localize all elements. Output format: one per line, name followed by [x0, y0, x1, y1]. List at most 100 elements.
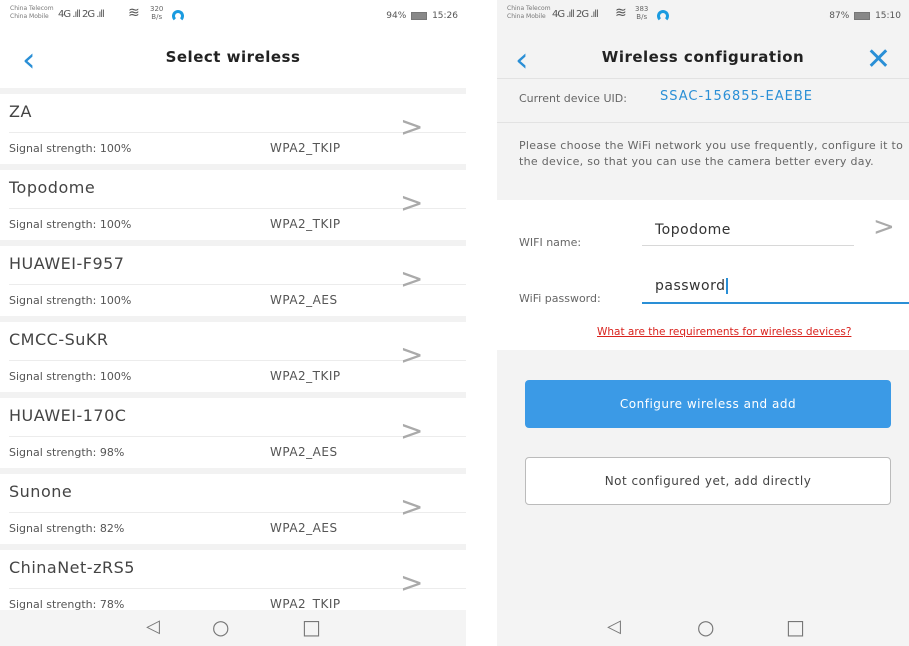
divider — [9, 360, 466, 361]
network-ssid: Topodome — [9, 178, 96, 197]
chevron-right-icon: > — [400, 186, 424, 219]
cell-signal-icon: 4G .ıll 2G .ıll — [552, 9, 599, 20]
wireless-configuration-screen: China Telecom China Mobile 4G .ıll 2G .ı… — [497, 0, 909, 646]
network-row[interactable]: CMCC-SuKR Signal strength: 100% WPA2_TKI… — [0, 316, 466, 392]
encryption-type: WPA2_TKIP — [270, 141, 341, 155]
chevron-right-icon: > — [400, 490, 424, 523]
encryption-type: WPA2_TKIP — [270, 369, 341, 383]
chevron-right-icon: > — [400, 110, 424, 143]
chevron-right-icon: > — [400, 414, 424, 447]
network-speed: 383 B/s — [635, 5, 648, 21]
divider — [9, 132, 466, 133]
configure-wireless-button[interactable]: Configure wireless and add — [525, 380, 891, 428]
divider — [497, 78, 909, 79]
network-row[interactable]: Sunone Signal strength: 82% WPA2_AES > — [0, 468, 466, 544]
chevron-right-icon: > — [400, 566, 424, 599]
signal-strength: Signal strength: 100% — [9, 218, 132, 231]
encryption-type: WPA2_AES — [270, 293, 338, 307]
system-nav-bar: ◁ ○ □ — [0, 610, 466, 646]
page-title: Wireless configuration — [601, 48, 805, 66]
signal-strength: Signal strength: 100% — [9, 142, 132, 155]
wifi-icon: ≋ — [615, 5, 627, 21]
status-right: 87% 15:10 — [829, 11, 901, 21]
cell-signal-icon: 4G .ıll 2G .ıll — [58, 9, 105, 20]
uid-value: SSAC-156855-EAEBE — [660, 89, 813, 104]
network-ssid: HUAWEI-F957 — [9, 254, 125, 273]
divider — [497, 122, 909, 123]
network-row[interactable]: Topodome Signal strength: 100% WPA2_TKIP… — [0, 164, 466, 240]
speed-value: 320 — [150, 5, 164, 13]
text-cursor — [726, 278, 729, 294]
add-directly-button[interactable]: Not configured yet, add directly — [525, 457, 891, 505]
instructions-text: Please choose the WiFi network you use f… — [519, 139, 904, 168]
sync-icon — [657, 10, 669, 22]
header: ‹ Select wireless — [0, 34, 466, 86]
network-row[interactable]: HUAWEI-F957 Signal strength: 100% WPA2_A… — [0, 240, 466, 316]
network-row[interactable]: ChinaNet-zRS5 Signal strength: 78% WPA2_… — [0, 544, 466, 620]
network-row[interactable]: ZA Signal strength: 100% WPA2_TKIP > — [0, 88, 466, 164]
encryption-type: WPA2_AES — [270, 521, 338, 535]
divider — [9, 588, 466, 589]
speed-unit: B/s — [151, 13, 163, 21]
carrier-names: China Telecom China Mobile — [507, 5, 551, 21]
chevron-right-icon[interactable]: > — [873, 212, 895, 242]
battery-percent: 94% — [386, 11, 407, 21]
network-ssid: Sunone — [9, 482, 73, 501]
nav-back-icon[interactable]: ◁ — [607, 616, 621, 637]
close-button[interactable]: ✕ — [866, 40, 891, 80]
network-ssid: HUAWEI-170C — [9, 406, 127, 425]
wifi-name-label: WIFI name: — [519, 236, 582, 249]
signal-strength: Signal strength: 100% — [9, 370, 132, 383]
clock: 15:10 — [875, 11, 901, 21]
page-title: Select wireless — [165, 48, 301, 66]
network-ssid: CMCC-SuKR — [9, 330, 109, 349]
status-bar: China Telecom China Mobile 4G .ıll 2G .ı… — [0, 0, 466, 30]
battery-icon — [854, 11, 871, 20]
battery-percent: 87% — [829, 11, 850, 21]
requirements-link[interactable]: What are the requirements for wireless d… — [597, 326, 851, 338]
divider — [9, 512, 466, 513]
status-bar: China Telecom China Mobile 4G .ıll 2G .ı… — [497, 0, 909, 30]
signal-strength: Signal strength: 82% — [9, 522, 125, 535]
password-text: password — [655, 278, 726, 294]
wifi-password-field[interactable]: password — [655, 278, 729, 294]
encryption-type: WPA2_TKIP — [270, 597, 341, 611]
system-nav-bar: ◁ ○ □ — [497, 610, 909, 646]
wifi-name-underline — [642, 245, 854, 246]
carrier-top: China Telecom — [507, 5, 551, 12]
carrier-top: China Telecom — [10, 5, 54, 12]
network-speed: 320 B/s — [150, 5, 163, 21]
chevron-right-icon: > — [400, 262, 424, 295]
sync-icon — [172, 10, 184, 22]
wifi-password-label: WiFi password: — [519, 292, 601, 305]
encryption-type: WPA2_AES — [270, 445, 338, 459]
status-right: 94% 15:26 — [386, 11, 458, 21]
divider — [9, 208, 466, 209]
uid-label: Current device UID: — [519, 92, 627, 105]
carrier-names: China Telecom China Mobile — [10, 5, 54, 21]
nav-recents-icon[interactable]: □ — [302, 615, 321, 639]
network-row[interactable]: HUAWEI-170C Signal strength: 98% WPA2_AE… — [0, 392, 466, 468]
carrier-bottom: China Mobile — [10, 13, 49, 20]
clock: 15:26 — [432, 11, 458, 21]
network-ssid: ChinaNet-zRS5 — [9, 558, 135, 577]
signal-strength: Signal strength: 98% — [9, 446, 125, 459]
nav-recents-icon[interactable]: □ — [786, 615, 805, 639]
battery-icon — [411, 11, 428, 20]
chevron-right-icon: > — [400, 338, 424, 371]
speed-unit: B/s — [636, 13, 648, 21]
wifi-name-field[interactable]: Topodome — [655, 222, 731, 238]
network-list: ZA Signal strength: 100% WPA2_TKIP > Top… — [0, 88, 466, 620]
divider — [9, 284, 466, 285]
network-ssid: ZA — [9, 102, 32, 121]
nav-home-icon[interactable]: ○ — [697, 615, 714, 639]
carrier-bottom: China Mobile — [507, 13, 546, 20]
wifi-icon: ≋ — [128, 5, 140, 21]
select-wireless-screen: China Telecom China Mobile 4G .ıll 2G .ı… — [0, 0, 466, 646]
nav-back-icon[interactable]: ◁ — [146, 616, 160, 637]
nav-home-icon[interactable]: ○ — [212, 615, 229, 639]
wifi-password-underline — [642, 302, 909, 304]
encryption-type: WPA2_TKIP — [270, 217, 341, 231]
signal-strength: Signal strength: 100% — [9, 294, 132, 307]
speed-value: 383 — [635, 5, 649, 13]
